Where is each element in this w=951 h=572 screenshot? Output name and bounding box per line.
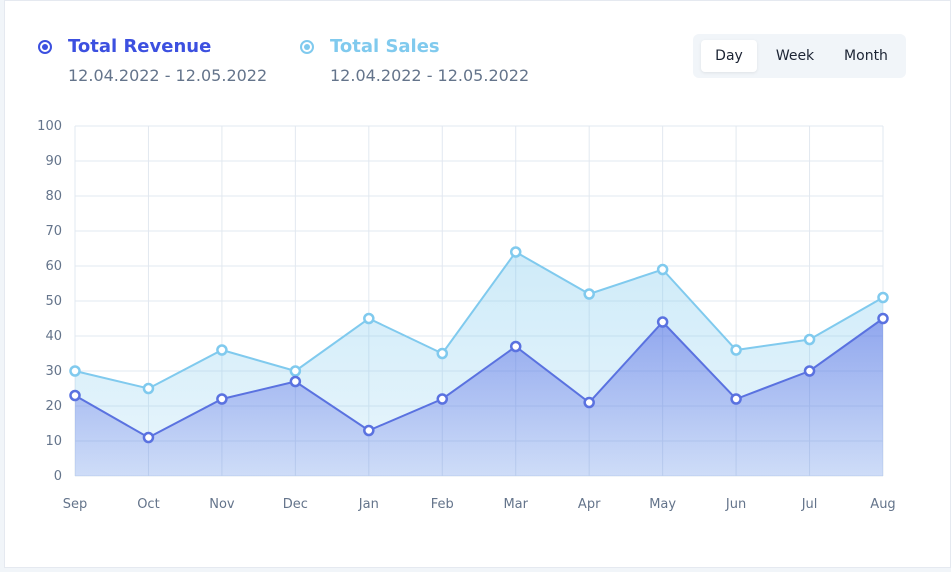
revenue-point-jan: [363, 424, 375, 437]
area-chart: 0 10 20 30 40 50 60 70 80 90 100 Sep Oct Nov Dec Jan Feb…: [37, 119, 896, 512]
revenue-point-feb: [436, 393, 449, 405]
revenue-point-dec: [289, 375, 302, 388]
y-tick-label-20: 20: [45, 399, 62, 414]
sales-point-sep: [69, 365, 81, 377]
revenue-point-jul: [803, 365, 816, 377]
y-tick-label-80: 80: [45, 189, 62, 204]
sales-point-jul: [803, 333, 816, 346]
y-tick-label-90: 90: [45, 154, 62, 169]
revenue-point-oct: [142, 431, 155, 444]
sales-point-jan: [363, 312, 375, 325]
sales-point-may: [656, 263, 669, 276]
revenue-point-jun: [730, 393, 742, 405]
x-tick-label-may: May: [649, 497, 676, 512]
revenue-point-may: [656, 316, 669, 328]
sales-point-oct: [142, 382, 155, 395]
sales-point-mar: [509, 246, 522, 258]
sales-point-aug: [877, 291, 889, 304]
x-tick-label-mar: Mar: [503, 497, 528, 512]
y-tick-label-0: 0: [54, 469, 62, 484]
x-tick-label-apr: Apr: [578, 497, 601, 512]
y-tick-label-30: 30: [45, 364, 62, 379]
revenue-point-apr: [583, 396, 595, 409]
y-tick-label-60: 60: [45, 259, 62, 274]
y-tick-label-50: 50: [45, 294, 62, 309]
sales-point-feb: [436, 347, 449, 360]
y-tick-label-100: 100: [37, 119, 62, 134]
revenue-point-sep: [69, 389, 81, 402]
y-tick-label-70: 70: [45, 224, 62, 239]
x-tick-label-dec: Dec: [283, 497, 308, 512]
x-tick-label-nov: Nov: [209, 497, 235, 512]
x-tick-label-sep: Sep: [63, 497, 88, 512]
sales-point-nov: [216, 344, 228, 356]
revenue-point-aug: [877, 312, 889, 325]
x-tick-label-feb: Feb: [431, 497, 454, 512]
x-tick-label-jan: Jan: [358, 497, 379, 512]
x-tick-label-jun: Jun: [725, 497, 746, 512]
sales-point-jun: [730, 344, 742, 356]
y-tick-label-10: 10: [45, 434, 62, 449]
x-tick-label-oct: Oct: [137, 497, 159, 512]
sales-point-apr: [583, 288, 595, 300]
x-tick-label-jul: Jul: [801, 497, 818, 512]
sales-point-dec: [289, 365, 302, 377]
revenue-point-mar: [509, 340, 522, 353]
revenue-point-nov: [216, 393, 228, 405]
y-tick-label-40: 40: [45, 329, 62, 344]
x-tick-label-aug: Aug: [870, 497, 895, 512]
